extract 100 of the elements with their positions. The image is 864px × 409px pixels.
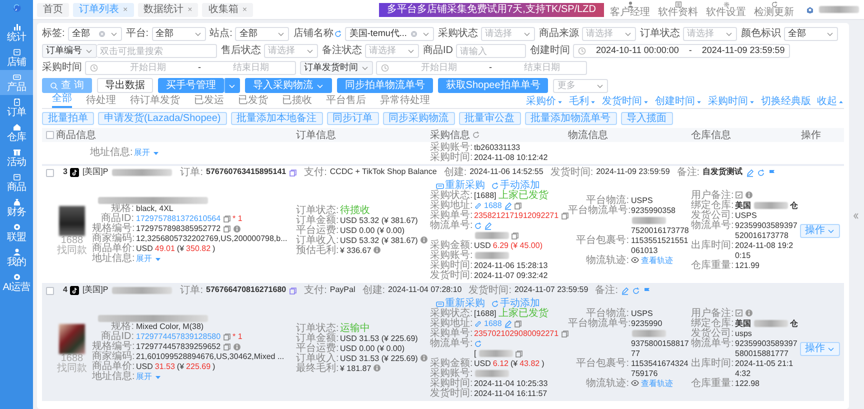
checkbox[interactable] <box>46 168 54 176</box>
link-text[interactable]: 展开 <box>136 372 152 381</box>
toolbar-button[interactable]: 软件设置 <box>704 1 748 18</box>
status-tab[interactable]: 已发货 <box>238 95 268 108</box>
link-text[interactable]: 1688 <box>484 201 502 210</box>
sort-link[interactable]: 切换经典版 <box>761 96 811 107</box>
link-text[interactable]: 1729757881372610564 <box>136 214 221 223</box>
copy-icon[interactable] <box>222 214 231 223</box>
sort-link[interactable]: 毛利 <box>569 96 596 107</box>
action-link[interactable]: 重新采购 <box>436 180 485 191</box>
search-field[interactable]: 双击可批量搜索 <box>97 44 217 58</box>
select-field[interactable]: 全部 <box>68 26 122 40</box>
copy-icon[interactable] <box>222 224 231 233</box>
sidebar-item[interactable]: 订单 <box>0 95 33 120</box>
copy-icon[interactable] <box>511 232 519 240</box>
action-button[interactable]: 获取Shopee拍单单号 <box>438 78 548 93</box>
status-tab[interactable]: 已揽收 <box>282 95 312 108</box>
page-tab[interactable]: 数据统计 × <box>138 2 198 16</box>
page-tab[interactable]: 收集箱 × <box>202 2 254 16</box>
edit-icon[interactable] <box>746 168 754 176</box>
link-text[interactable]: 查看轨迹 <box>641 378 673 388</box>
toolbar-button[interactable]: 检测更新 <box>752 1 796 18</box>
copy-icon[interactable] <box>289 286 298 294</box>
copy-icon[interactable] <box>560 330 569 338</box>
dropdown-button[interactable]: 导入采购物流 <box>244 78 332 93</box>
date-range-field[interactable]: 2024-10-11 00:00:00 - 2024-11-09 23:59:59 <box>573 44 790 58</box>
link-text[interactable]: 展开 <box>134 148 150 157</box>
sidebar-item[interactable]: 商品 <box>0 170 33 195</box>
select-field[interactable]: 美国-temu代... <box>345 26 434 40</box>
sort-link[interactable]: 发货时间 <box>602 96 649 107</box>
action-button[interactable]: 买手号管理 <box>158 78 224 93</box>
batch-button[interactable]: 批量拍单 <box>42 112 94 125</box>
promo-banner[interactable]: 多平台多店铺采集免费试用7天,支持TK/SP/LZD <box>379 2 604 16</box>
batch-button[interactable]: 批量添加物流单号 <box>524 112 617 125</box>
copy-icon[interactable] <box>514 202 522 210</box>
checkbox[interactable] <box>46 286 54 294</box>
sidebar-item[interactable]: 财务 <box>0 195 33 220</box>
status-tab[interactable]: 平台售后 <box>326 95 366 108</box>
select-field[interactable]: 订单编号 <box>42 44 97 58</box>
refresh-icon[interactable] <box>491 300 499 308</box>
select-field[interactable]: 全部 <box>152 26 206 40</box>
link-text[interactable]: 1688 <box>484 319 502 328</box>
avatar-icon[interactable] <box>806 6 814 14</box>
link-icon[interactable] <box>474 320 482 328</box>
date-range-field[interactable]: 开始日期 - 结束日期 <box>85 60 296 74</box>
sidebar-item[interactable]: 统计 <box>0 20 33 45</box>
page-tab[interactable]: 订单列表 × <box>73 2 134 16</box>
refresh-icon[interactable] <box>474 222 482 230</box>
logo-icon[interactable] <box>12 4 20 12</box>
status-tab[interactable]: 待处理 <box>86 95 116 108</box>
copy-icon[interactable] <box>222 332 231 341</box>
refresh-icon[interactable] <box>474 340 482 348</box>
sidebar-item[interactable]: AI运营 <box>0 270 33 295</box>
select-field[interactable]: 全部 <box>784 26 838 40</box>
batch-button[interactable]: 同步采购物流 <box>382 112 455 125</box>
action-link[interactable]: 手动添加 <box>491 180 540 191</box>
text-field[interactable]: 请输入 <box>456 44 526 58</box>
select-field[interactable]: 更多 <box>553 78 608 92</box>
batch-button[interactable]: 批量审公盘 <box>458 112 521 125</box>
select-field[interactable]: 请选择 <box>682 26 737 40</box>
search-button[interactable]: 查 询 <box>42 78 92 93</box>
action-link[interactable]: 手动添加 <box>491 298 540 309</box>
edit-icon[interactable] <box>504 202 512 210</box>
toolbar-button[interactable]: 软件资料 <box>656 1 700 18</box>
toolbar-button[interactable]: 客户经理 <box>608 1 652 18</box>
close-button[interactable]: × <box>188 4 192 16</box>
copy-icon[interactable] <box>222 342 231 351</box>
batch-button[interactable]: 导入揽面 <box>620 112 673 125</box>
status-tab[interactable]: 已发运 <box>194 95 224 108</box>
sort-link[interactable]: 采购时间 <box>708 96 755 107</box>
copy-icon[interactable] <box>560 212 569 220</box>
batch-button[interactable]: 同步订单 <box>326 112 379 125</box>
edit-icon[interactable] <box>621 286 629 294</box>
status-tab[interactable]: 全部 <box>52 93 72 108</box>
page-tab[interactable]: 首页 <box>37 2 69 16</box>
select-field[interactable]: 请选择 <box>582 26 636 40</box>
sidebar-item[interactable]: 我的 <box>0 245 33 270</box>
refresh-icon[interactable] <box>756 168 765 176</box>
copy-icon[interactable] <box>289 168 298 176</box>
refresh-icon[interactable] <box>334 30 342 38</box>
sidebar-item[interactable]: 店铺 <box>0 45 33 70</box>
select-field[interactable]: 请选择 <box>264 44 318 58</box>
close-button[interactable]: × <box>242 4 248 16</box>
sort-link[interactable]: 创建时间 <box>655 96 702 107</box>
edit-icon[interactable] <box>504 320 512 328</box>
action-button[interactable]: 导出数据 <box>96 78 153 93</box>
sidebar-item[interactable]: 活动 <box>0 145 33 170</box>
select-field[interactable]: 请选择 <box>365 44 419 58</box>
sort-link[interactable]: 采购价 <box>526 96 563 107</box>
batch-button[interactable]: 申请发货(Lazada/Shopee) <box>98 112 227 125</box>
action-link[interactable]: 重新采购 <box>436 298 485 309</box>
sidebar-item[interactable]: 产品 <box>0 70 33 95</box>
close-button[interactable]: × <box>123 4 128 16</box>
link-text[interactable]: 查看轨迹 <box>641 256 673 266</box>
refresh-icon[interactable] <box>770 1 778 8</box>
batch-button[interactable]: 批量添加本地备注 <box>230 112 323 125</box>
checkbox[interactable] <box>46 131 54 139</box>
clear-icon[interactable] <box>410 30 418 38</box>
refresh-icon[interactable] <box>472 131 480 139</box>
copy-icon[interactable] <box>514 320 522 328</box>
